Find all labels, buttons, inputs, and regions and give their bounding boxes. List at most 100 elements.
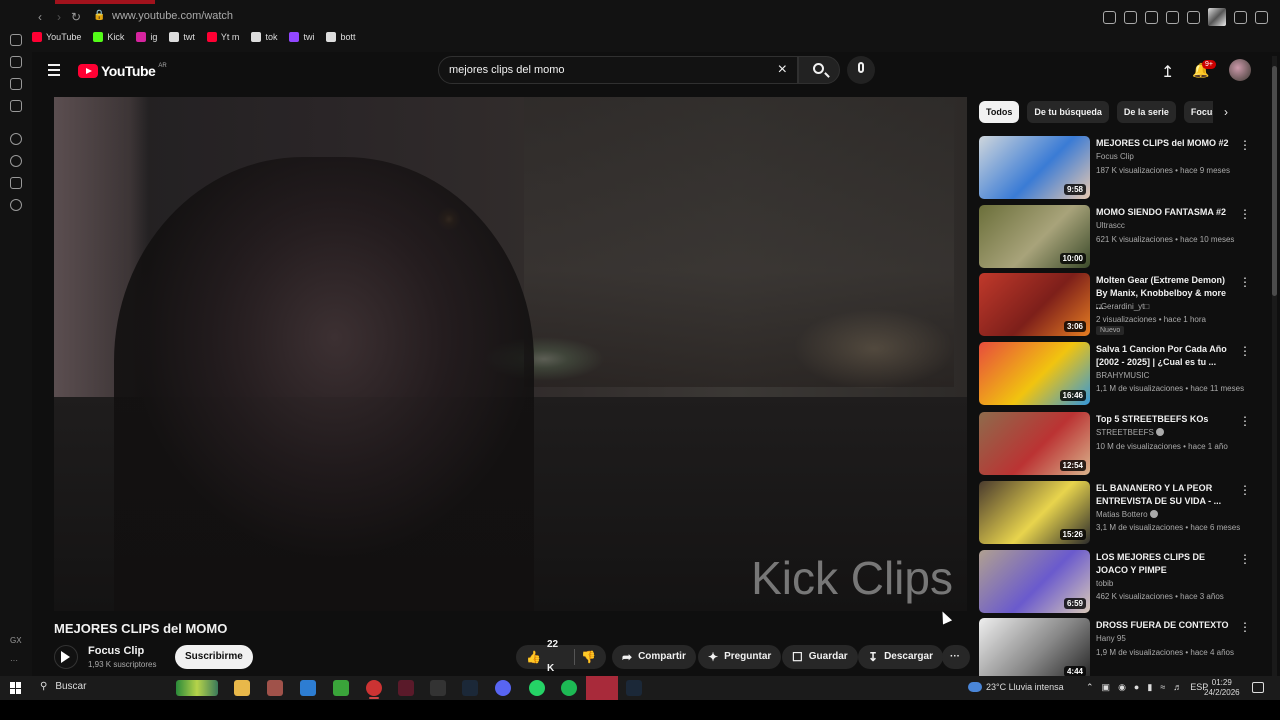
wifi-icon[interactable]: ≈ [1160,682,1165,693]
thumbs-down-icon[interactable]: 👎 [581,645,596,669]
messenger-icon[interactable] [10,78,22,90]
tray-chevron-icon[interactable]: ⌃ [1086,682,1094,693]
epic-games-icon[interactable] [430,680,446,696]
save-button[interactable]: ☐ Guardar [782,645,858,669]
like-button[interactable]: 👍 22 K 👎 [516,639,606,674]
recommended-video[interactable]: 12:54 Top 5 STREETBEEFS KOs STREETBEEFS 10 … [979,412,1259,476]
screenshot-icon[interactable] [1124,10,1137,24]
recommended-channel[interactable]: BRAHYMUSIC [1096,371,1149,380]
more-vertical-icon[interactable]: ⋮ [1239,344,1251,358]
profile-avatar[interactable] [1208,8,1226,26]
weather-widget[interactable]: 23°C Lluvia intensa [968,682,1064,692]
download-button[interactable]: ↧ Descargar [858,645,943,669]
bookmark-6[interactable]: twi [289,32,314,42]
heart-icon[interactable] [1187,10,1200,24]
aria-icon[interactable] [10,56,22,68]
recommended-title[interactable]: EL BANANERO Y LA PEOR ENTREVISTA DE SU V… [1096,482,1234,508]
youtube-logo[interactable]: YouTube AR [78,63,167,79]
bookmark-0[interactable]: YouTube [32,32,81,42]
spotify-icon[interactable] [561,680,577,696]
recommended-video[interactable]: 9:58 MEJORES CLIPS del MOMO #2 Focus Clip 1… [979,136,1259,200]
back-icon[interactable]: ‹ [33,10,47,24]
recommended-channel[interactable]: STREETBEEFS [1096,428,1164,437]
more-vertical-icon[interactable]: ⋮ [1239,138,1251,152]
video-thumbnail[interactable]: 12:54 [979,412,1090,475]
tray-app-icon[interactable]: ▣ [1102,682,1111,693]
more-vertical-icon[interactable]: ⋮ [1239,275,1251,289]
more-vertical-icon[interactable]: ⋮ [1239,483,1251,497]
recommended-title[interactable]: MOMO SIENDO FANTASMA #2 [1096,206,1234,219]
player-icon[interactable] [10,100,22,112]
account-avatar[interactable] [1229,59,1251,81]
more-vertical-icon[interactable]: ⋮ [1239,414,1251,428]
bookmark-icon[interactable] [1103,10,1116,24]
steam-icon[interactable] [462,680,478,696]
bookmark-4[interactable]: Yt m [206,32,239,42]
bookmark-3[interactable]: twt [169,32,195,42]
forward-icon[interactable]: › [52,10,66,24]
settings-icon[interactable] [10,133,22,145]
clock-icon[interactable] [10,155,22,167]
volume-icon[interactable]: ♬ [1173,682,1182,693]
video-thumbnail[interactable]: 16:46 [979,342,1090,405]
notification-center-icon[interactable] [1252,682,1264,693]
discord-icon[interactable] [495,680,511,696]
app-portrait-icon[interactable] [267,680,283,696]
chevron-right-icon[interactable]: › [1224,105,1228,119]
create-upload-icon[interactable]: ↥ [1161,62,1174,82]
recommended-channel[interactable]: □Gerardini_yt□ [1096,302,1149,311]
recommended-channel[interactable]: Ultrascc [1096,221,1125,230]
scrollbar-thumb[interactable] [1272,66,1277,296]
video-thumbnail[interactable]: 10:00 [979,205,1090,268]
filter-chip[interactable]: De tu búsqueda [1027,101,1109,123]
menu-icon[interactable] [1255,10,1268,24]
minecraft-icon[interactable] [333,680,349,696]
video-thumbnail[interactable]: 15:26 [979,481,1090,544]
opera-gx-icon[interactable] [366,680,382,696]
page-scrollbar[interactable] [1272,56,1277,676]
recommended-video[interactable]: 6:59 LOS MEJORES CLIPS DE JOACO Y PIMPE to… [979,550,1259,614]
windows-start-icon[interactable] [10,682,22,694]
filter-chip[interactable]: Focus [1183,101,1213,123]
video-thumbnail[interactable]: 4:44 [979,618,1090,681]
file-explorer-icon[interactable] [234,680,250,696]
filter-chip[interactable]: De la serie [1116,101,1176,123]
tray-battery-icon[interactable]: ▮ [1147,682,1152,693]
video-thumbnail[interactable]: 9:58 [979,136,1090,199]
ask-button[interactable]: ✦ Preguntar [698,645,782,669]
bookmark-5[interactable]: tok [251,32,277,42]
recommended-title[interactable]: Top 5 STREETBEEFS KOs [1096,413,1234,426]
search-button[interactable] [798,56,840,84]
recommended-channel[interactable]: Hany 95 [1096,634,1126,643]
reload-icon[interactable]: ↻ [69,10,83,24]
recommended-title[interactable]: DROSS FUERA DE CONTEXTO [1096,619,1234,632]
bookmark-1[interactable]: Kick [93,32,124,42]
bookmark-7[interactable]: bott [326,32,355,42]
valorant-icon[interactable] [398,680,414,696]
hamburger-menu-icon[interactable] [48,64,60,76]
more-vertical-icon[interactable]: ⋮ [1239,552,1251,566]
taskbar-clock[interactable]: 01:29 24/2/2026 [1204,678,1240,698]
download-icon[interactable] [1234,10,1247,24]
more-actions-button[interactable]: ··· [942,645,970,669]
recommended-video[interactable]: 10:00 MOMO SIENDO FANTASMA #2 Ultrascc 621 … [979,205,1259,269]
recommended-video[interactable]: 16:46 Salva 1 Cancion Por Cada Año [2002 … [979,342,1259,406]
more-icon[interactable]: ··· [10,656,18,665]
extensions-icon[interactable] [10,177,22,189]
voice-search-button[interactable] [847,56,875,84]
play-icon[interactable] [1166,10,1179,24]
channel-avatar[interactable] [54,645,78,669]
whatsapp-icon[interactable] [529,680,545,696]
bookmark-2[interactable]: ig [136,32,157,42]
history-icon[interactable] [10,34,22,46]
share-button[interactable]: ➦ Compartir [612,645,696,669]
recommended-title[interactable]: Salva 1 Cancion Por Cada Año [2002 - 202… [1096,343,1234,369]
more-vertical-icon[interactable]: ⋮ [1239,207,1251,221]
tray-network-icon[interactable]: ◉ [1118,682,1126,693]
steam-app-icon[interactable] [626,680,642,696]
video-thumbnail[interactable]: 3:06 [979,273,1090,336]
channel-name[interactable]: Focus Clip [88,645,144,657]
gear-icon[interactable] [10,199,22,211]
recommended-video[interactable]: 3:06 Molten Gear (Extreme Demon) By Manix… [979,273,1259,337]
address-bar[interactable]: www.youtube.com/watch [112,10,233,22]
